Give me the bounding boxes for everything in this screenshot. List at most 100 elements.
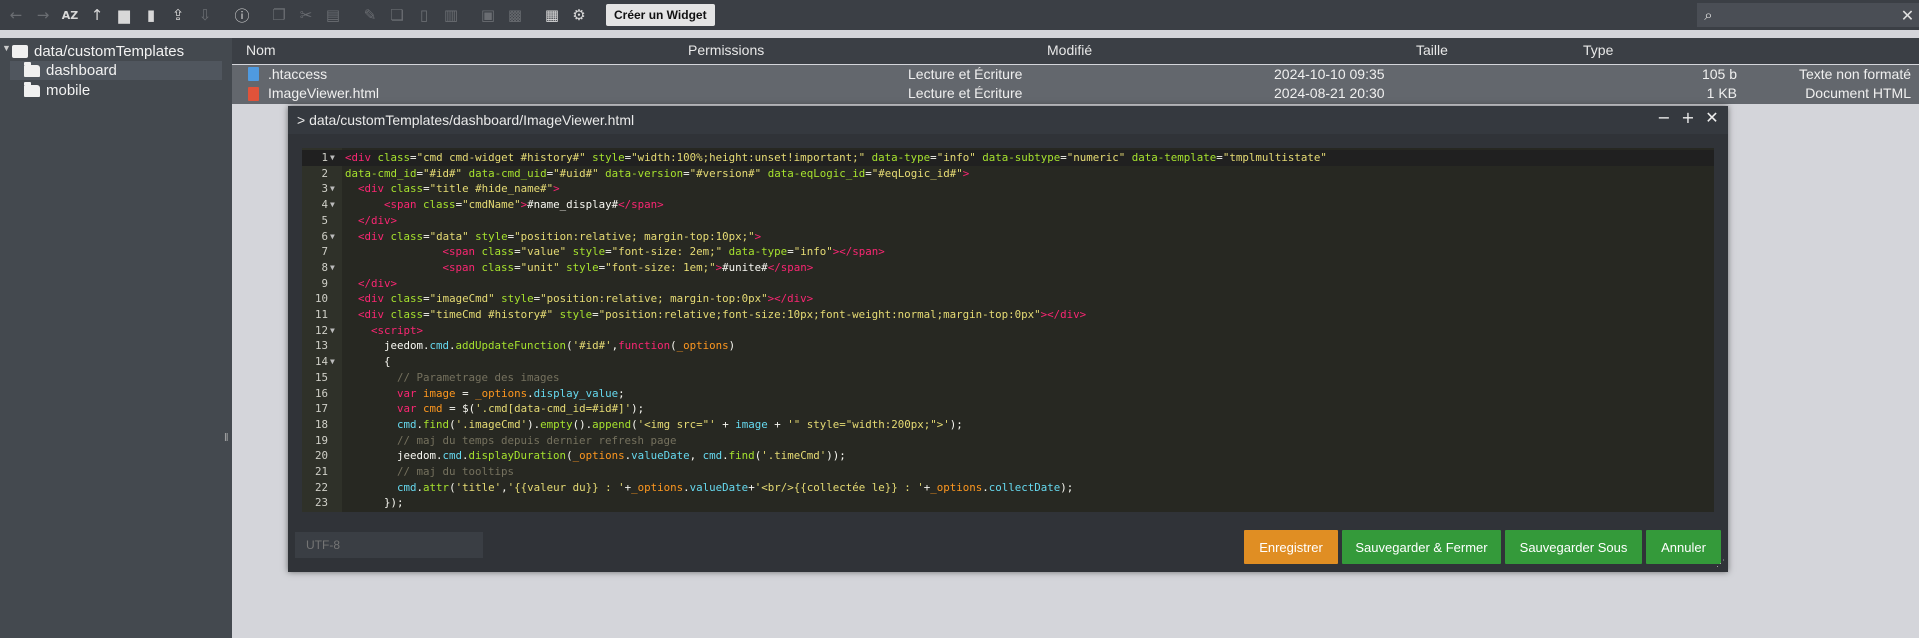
file-name: ImageViewer.html (268, 85, 380, 101)
dialog-title: > data/customTemplates/dashboard/ImageVi… (297, 112, 635, 128)
back-arrow-icon[interactable]: ← (4, 3, 28, 27)
cut-icon[interactable]: ✂ (294, 3, 318, 27)
code-line[interactable]: 14 ▼ { (302, 354, 1714, 370)
resize-grip-icon[interactable]: ⋰ (1716, 558, 1725, 569)
cancel-button[interactable]: Annuler (1646, 530, 1721, 564)
folder-tree: ▼ data/customTemplates dashboard mobile … (0, 38, 232, 638)
file-list-header: Nom Permissions Modifié Taille Type (232, 38, 1919, 64)
tree-item-dashboard[interactable]: dashboard (10, 61, 222, 80)
code-line[interactable]: 6 ▼ <div class="data" style="position:rel… (302, 229, 1714, 245)
maximize-icon[interactable]: + (1676, 108, 1700, 130)
encoding-field[interactable] (295, 532, 483, 558)
folder-icon (24, 82, 40, 97)
file-permissions: Lecture et Écriture (908, 85, 1023, 101)
tree-item-label: dashboard (46, 62, 117, 79)
code-line[interactable]: 17 var cmd = $('.cmd[data-cmd_id=#id#]')… (302, 401, 1714, 417)
code-line[interactable]: 5 </div> (302, 213, 1714, 229)
tree-root-label: data/customTemplates (34, 43, 185, 60)
settings-icon[interactable]: ⚙ (567, 3, 591, 27)
code-line[interactable]: 2 data-cmd_id="#id#" data-cmd_uid="#uid#"… (302, 166, 1714, 182)
archive-icon[interactable]: ▣ (476, 3, 500, 27)
search-input[interactable] (1720, 4, 1896, 26)
copy-icon[interactable]: ❐ (267, 3, 291, 27)
file-permissions: Lecture et Écriture (908, 66, 1023, 82)
fold-arrow-icon[interactable]: ▼ (330, 181, 335, 197)
close-icon[interactable]: ✕ (1700, 108, 1724, 130)
fold-arrow-icon[interactable]: ▼ (330, 197, 335, 213)
code-line[interactable]: 7 <span class="value" style="font-size: … (302, 244, 1714, 260)
code-line[interactable]: 18 cmd.find('.imageCmd').empty().append(… (302, 417, 1714, 433)
fold-arrow-icon[interactable]: ▼ (330, 150, 335, 166)
code-line[interactable]: 19 // maj du temps depuis dernier refres… (302, 433, 1714, 449)
tree-item-label: mobile (46, 82, 91, 99)
file-type: Document HTML (1805, 85, 1911, 101)
text-file-icon (248, 67, 259, 81)
code-line[interactable]: 8 ▼ <span class="unit" style="font-size: … (302, 260, 1714, 276)
caret-down-icon[interactable]: ▼ (2, 43, 11, 53)
code-line[interactable]: 13 jeedom.cmd.addUpdateFunction('#id#',f… (302, 338, 1714, 354)
paste-icon[interactable]: ▤ (321, 3, 345, 27)
drive-icon (12, 45, 28, 58)
grid-view-icon[interactable]: ▦ (540, 3, 564, 27)
column-size[interactable]: Taille (1416, 42, 1448, 58)
fold-arrow-icon[interactable]: ▼ (330, 354, 335, 370)
table-row[interactable]: .htaccess Lecture et Écriture 2024-10-10… (232, 65, 1919, 84)
save-as-button[interactable]: Sauvegarder Sous (1505, 530, 1642, 564)
info-icon[interactable]: ⓘ (230, 3, 254, 27)
html-file-icon (248, 87, 259, 101)
code-line[interactable]: 12 ▼ <script> (302, 323, 1714, 339)
code-line[interactable]: 22 cmd.attr('title','{{valeur du}} : '+_… (302, 480, 1714, 496)
new-file-icon[interactable]: ▮ (139, 3, 163, 27)
download-icon[interactable]: ⇩ (193, 3, 217, 27)
code-line[interactable]: 20 jeedom.cmd.displayDuration(_options.v… (302, 448, 1714, 464)
close-icon[interactable]: ✕ (1896, 6, 1919, 25)
upload-icon[interactable]: ⇪ (166, 3, 190, 27)
file-size: 1 KB (1706, 85, 1737, 101)
tree-item-mobile[interactable]: mobile (24, 81, 90, 100)
fold-arrow-icon[interactable]: ▼ (330, 229, 335, 245)
table-row[interactable]: ImageViewer.html Lecture et Écriture 202… (232, 84, 1919, 104)
save-button[interactable]: Enregistrer (1244, 530, 1338, 564)
column-modified[interactable]: Modifié (1047, 42, 1092, 58)
fold-arrow-icon[interactable]: ▼ (330, 260, 335, 276)
file-modified: 2024-10-10 09:35 (1274, 66, 1385, 82)
fold-arrow-icon[interactable]: ▼ (330, 323, 335, 339)
code-line[interactable]: 3 ▼ <div class="title #hide_name#"> (302, 181, 1714, 197)
dialog-title-bar[interactable]: > data/customTemplates/dashboard/ImageVi… (288, 106, 1728, 134)
file-type: Texte non formaté (1798, 66, 1911, 82)
duplicate-icon[interactable]: ❏ (385, 3, 409, 27)
sort-az-icon[interactable]: AZ (58, 3, 82, 27)
editor-dialog: > data/customTemplates/dashboard/ImageVi… (288, 106, 1728, 572)
search-icon: ⌕ (1704, 6, 1713, 24)
delete-icon[interactable]: ▥ (439, 3, 463, 27)
edit-icon[interactable]: ▯ (412, 3, 436, 27)
up-directory-icon[interactable]: ↑ (85, 3, 109, 27)
code-line[interactable]: 1 ▼ <div class="cmd cmd-widget #history#" … (302, 150, 1714, 166)
column-name[interactable]: Nom (246, 42, 276, 58)
code-line[interactable]: 23 }); (302, 495, 1714, 511)
tree-root[interactable]: data/customTemplates (12, 42, 184, 61)
resize-handle[interactable]: ‖ (224, 432, 229, 444)
code-line[interactable]: 15 // Parametrage des images (302, 370, 1714, 386)
code-line[interactable]: 4 ▼ <span class="cmdName">#name_display#<… (302, 197, 1714, 213)
code-line[interactable]: 11 <div class="timeCmd #history#" style=… (302, 307, 1714, 323)
search-box: ⌕ ✕ (1697, 3, 1919, 27)
new-folder-icon[interactable]: ▆ (112, 3, 136, 27)
code-line[interactable]: 10 <div class="imageCmd" style="position… (302, 291, 1714, 307)
extract-icon[interactable]: ▩ (503, 3, 527, 27)
code-line[interactable]: 16 var image = _options.display_value; (302, 386, 1714, 402)
save-close-button[interactable]: Sauvegarder & Fermer (1342, 530, 1501, 564)
create-widget-button[interactable]: Créer un Widget (606, 4, 715, 26)
forward-arrow-icon[interactable]: → (31, 3, 55, 27)
code-editor[interactable]: 1 ▼ <div class="cmd cmd-widget #history#" … (302, 148, 1714, 512)
code-line[interactable]: 21 // maj du tooltips (302, 464, 1714, 480)
file-name: .htaccess (268, 66, 328, 82)
folder-open-icon (24, 62, 40, 77)
minimize-icon[interactable]: − (1652, 108, 1676, 130)
column-type[interactable]: Type (1583, 42, 1613, 58)
file-modified: 2024-08-21 20:30 (1274, 85, 1385, 101)
code-line[interactable]: 9 </div> (302, 276, 1714, 292)
rename-icon[interactable]: ✎ (358, 3, 382, 27)
dialog-controls: − + ✕ (1652, 108, 1724, 130)
column-permissions[interactable]: Permissions (688, 42, 764, 58)
